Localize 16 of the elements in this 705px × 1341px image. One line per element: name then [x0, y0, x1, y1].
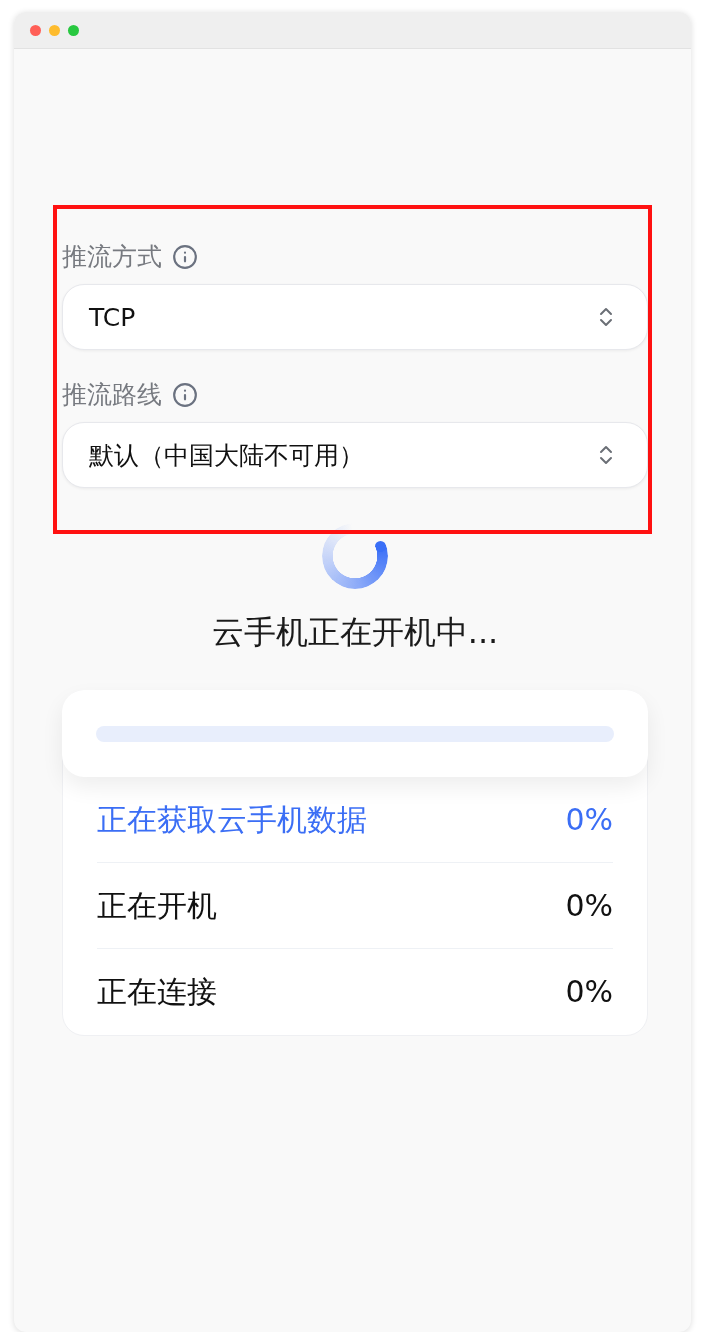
- info-icon[interactable]: [172, 382, 198, 408]
- window-close-icon[interactable]: [30, 24, 41, 36]
- step-percent: 0%: [565, 886, 613, 925]
- field-label: 推流方式: [62, 242, 162, 272]
- step-label: 正在获取云手机数据: [97, 800, 367, 839]
- info-icon[interactable]: [172, 244, 198, 270]
- field-label: 推流路线: [62, 380, 162, 410]
- window-zoom-icon[interactable]: [68, 24, 79, 36]
- window-minimize-icon[interactable]: [49, 24, 60, 36]
- dropdown-field[interactable]: TCP: [62, 284, 648, 350]
- status-title: 云手机正在开机中...: [211, 612, 499, 652]
- step-label: 正在连接: [97, 973, 217, 1011]
- step-percent: 0%: [565, 800, 613, 839]
- dropdown-field[interactable]: 默认（中国大陆不可用）: [62, 422, 648, 488]
- step-percent: 0%: [565, 973, 613, 1011]
- step-label: 正在开机: [97, 886, 217, 925]
